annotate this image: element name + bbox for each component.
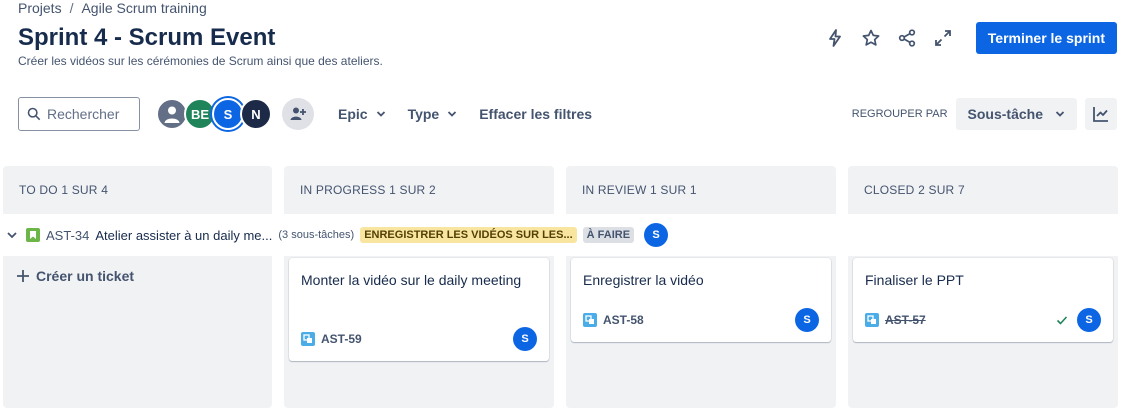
create-ticket-label: Créer un ticket: [36, 268, 135, 284]
card-title: Finaliser le PPT: [865, 272, 964, 288]
breadcrumb: Projets / Agile Scrum training: [18, 0, 207, 16]
card-assignee-avatar[interactable]: S: [795, 308, 819, 332]
issue-card[interactable]: Monter la vidéo sur le daily meeting AST…: [289, 258, 549, 361]
person-icon: [164, 106, 180, 123]
group-by-label: REGROUPER PAR: [851, 108, 948, 120]
subtask-icon: [583, 313, 597, 327]
parent-epic-badge: ENREGISTRER LES VIDÉOS SUR LES...: [360, 227, 577, 243]
subtask-icon: [865, 313, 879, 327]
column-header-in-progress: IN PROGRESS 1 SUR 2: [284, 166, 554, 214]
card-footer: AST-58 S: [583, 308, 819, 332]
card-key[interactable]: AST-59: [321, 332, 362, 346]
page-title: Sprint 4 - Scrum Event: [18, 24, 276, 51]
group-by-select[interactable]: Sous-tâche: [955, 98, 1077, 130]
header-actions: Terminer le sprint: [824, 22, 1117, 54]
column-header-todo: TO DO 1 SUR 4: [3, 166, 272, 214]
status-badge: À FAIRE: [582, 227, 635, 243]
complete-sprint-button[interactable]: Terminer le sprint: [975, 22, 1117, 54]
card-assignee-avatar[interactable]: S: [1077, 308, 1101, 332]
swimlane-assignee-avatar: S: [644, 223, 669, 247]
column-header-closed: CLOSED 2 SUR 7: [848, 166, 1118, 214]
breadcrumb-projects-link[interactable]: Projets: [18, 0, 62, 16]
chevron-down-icon[interactable]: [6, 229, 18, 241]
star-icon[interactable]: [860, 24, 882, 52]
plus-icon: [17, 270, 29, 282]
search-icon: [27, 107, 41, 121]
search-placeholder: Rechercher: [47, 106, 120, 122]
epic-filter-label: Epic: [338, 106, 368, 122]
subtask-count: (3 sous-tâches): [278, 229, 355, 241]
card-footer: AST-57 S: [865, 308, 1101, 332]
card-assignee-avatar[interactable]: S: [513, 327, 537, 351]
insights-icon[interactable]: [1085, 98, 1117, 130]
chevron-down-icon: [1055, 111, 1065, 117]
add-person-icon[interactable]: [282, 98, 314, 130]
type-filter-button[interactable]: Type: [408, 98, 458, 130]
epic-filter-button[interactable]: Epic: [338, 98, 386, 130]
subtask-icon: [301, 332, 315, 346]
type-filter-label: Type: [407, 106, 440, 122]
issue-card[interactable]: Finaliser le PPT AST-57 S: [853, 258, 1113, 342]
card-title: Enregistrer la vidéo: [583, 272, 704, 288]
swimlane-header[interactable]: AST-34 Atelier assister à un daily me...…: [6, 222, 669, 248]
card-title: Monter la vidéo sur le daily meeting: [301, 272, 522, 288]
issue-card[interactable]: Enregistrer la vidéo AST-58 S: [571, 258, 831, 342]
card-key[interactable]: AST-57: [885, 313, 926, 327]
chevron-down-icon: [448, 111, 457, 117]
card-key[interactable]: AST-58: [603, 313, 644, 327]
card-footer: AST-59 S: [301, 327, 537, 351]
search-input[interactable]: Rechercher: [18, 97, 140, 131]
breadcrumb-separator: /: [69, 0, 74, 16]
chevron-down-icon: [376, 111, 385, 117]
assignee-filter: BE S N: [156, 98, 272, 130]
swimlane-title[interactable]: Atelier assister à un daily me...: [95, 228, 272, 243]
story-icon: [26, 228, 40, 242]
create-ticket-button[interactable]: Créer un ticket: [16, 268, 134, 284]
board-toolbar: Rechercher BE S N Epic Type Effacer les …: [18, 96, 1117, 132]
share-icon[interactable]: [896, 24, 918, 52]
column-header-in-review: IN REVIEW 1 SUR 1: [566, 166, 836, 214]
sprint-goal: Créer les vidéos sur les cérémonies de S…: [18, 54, 383, 68]
automation-icon[interactable]: [824, 24, 846, 52]
avatar-n[interactable]: N: [240, 98, 272, 130]
swimlane-key[interactable]: AST-34: [46, 228, 89, 243]
fullscreen-icon[interactable]: [932, 24, 954, 52]
breadcrumb-project-link[interactable]: Agile Scrum training: [81, 0, 206, 16]
check-icon: [1056, 316, 1068, 325]
clear-filters-button[interactable]: Effacer les filtres: [479, 98, 592, 130]
group-by-value: Sous-tâche: [967, 106, 1043, 122]
